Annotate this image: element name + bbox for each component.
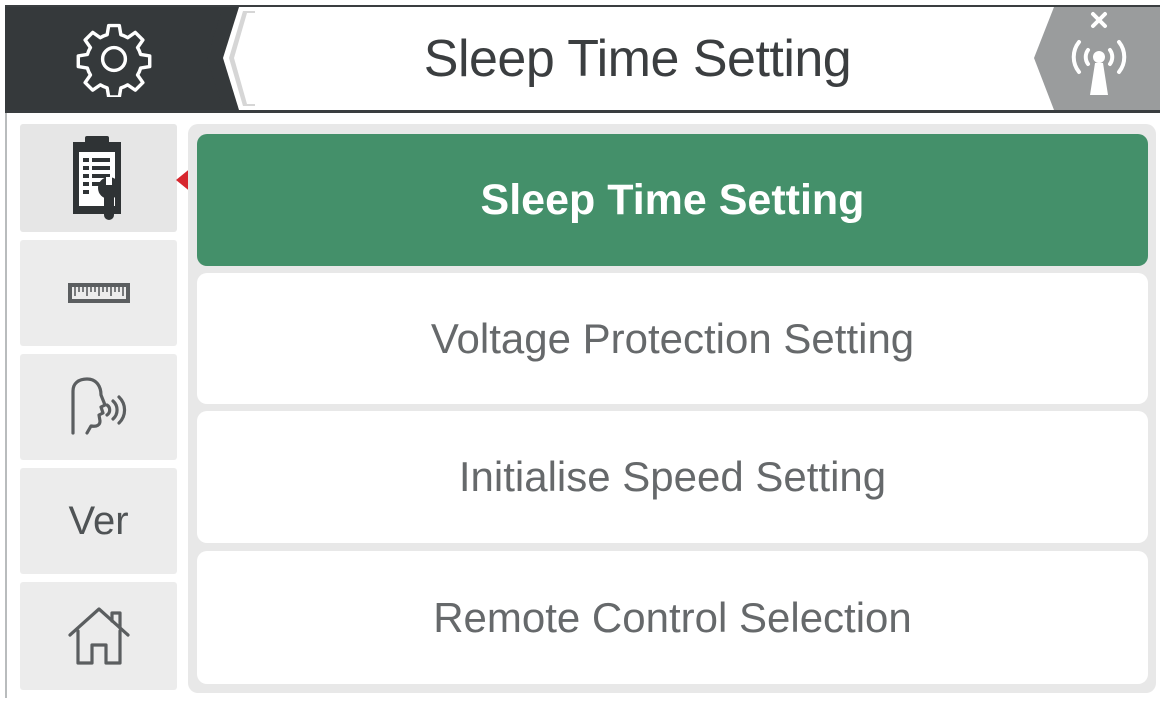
menu-item-remote-control[interactable]: Remote Control Selection <box>197 551 1148 684</box>
sidebar-item-version[interactable]: Ver <box>20 468 177 574</box>
sidebar-item-home[interactable] <box>20 582 177 690</box>
menu-panel: Sleep Time Setting Voltage Protection Se… <box>188 124 1156 693</box>
sidebar: Ver <box>20 124 177 694</box>
sidebar-item-calibration[interactable] <box>20 240 177 346</box>
ruler-icon <box>67 283 130 303</box>
home-icon <box>67 607 130 665</box>
menu-item-sleep-time[interactable]: Sleep Time Setting <box>197 134 1148 266</box>
clipboard-wrench-icon <box>72 136 121 220</box>
menu-item-initialise-speed[interactable]: Initialise Speed Setting <box>197 411 1148 543</box>
voice-speaking-icon <box>70 377 126 435</box>
menu-item-voltage-protection[interactable]: Voltage Protection Setting <box>197 273 1148 404</box>
page-title: Sleep Time Setting <box>423 29 852 88</box>
settings-button[interactable] <box>5 7 223 110</box>
antenna-disconnected-icon[interactable] <box>1030 7 1160 110</box>
header-bar: Sleep Time Setting <box>5 5 1160 113</box>
gear-icon <box>76 23 152 97</box>
sidebar-item-voice[interactable] <box>20 354 177 460</box>
sidebar-item-parameters[interactable] <box>20 124 177 232</box>
version-label: Ver <box>68 498 129 543</box>
chevron-left-icon[interactable] <box>205 7 255 110</box>
